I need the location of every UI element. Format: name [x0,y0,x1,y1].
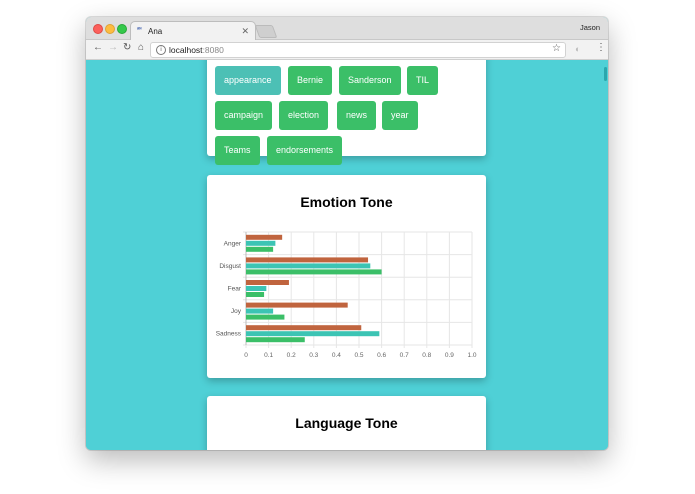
bar [246,234,283,240]
bar [246,246,274,252]
bar [246,331,380,337]
language-tone-title: Language Tone [295,415,398,431]
forward-arrow-icon[interactable]: → [108,42,118,53]
y-tick-label: Anger [224,240,242,247]
title-bar: ᵃᶰ Ana ✕ Jason [86,17,608,41]
x-tick-label: 1.0 [467,352,476,359]
tab-close-icon[interactable]: ✕ [241,26,249,37]
page-viewport: appearance Bernie Sanderson TIL campaign… [86,60,608,450]
x-tick-label: 0.3 [309,352,318,359]
bar [246,280,289,285]
bar [246,292,265,297]
bar [246,257,369,263]
tag-button[interactable]: campaign [215,101,273,130]
bar [246,314,285,320]
extension-icon[interactable]: ◐ [575,44,585,54]
tag-button[interactable]: Sanderson [339,66,401,95]
bar [246,302,348,308]
address-bar[interactable]: i localhost:8080 ☆ [150,42,566,58]
emotion-tone-card: Emotion Tone 0 0.1 0.2 0.3 0.4 0.5 0.6 0.7 0.8 0.… [207,175,486,378]
x-tick-label: 0.6 [377,352,386,359]
tag-button[interactable]: election [279,101,329,130]
tag-button[interactable]: Teams [215,136,260,165]
y-tick-label: Fear [228,286,242,293]
reload-icon[interactable]: ↻ [123,42,131,53]
x-tick-label: 0.5 [354,352,363,359]
x-tick-label: 0 [244,352,248,359]
bar [246,308,274,314]
url-text[interactable]: localhost:8080 [169,45,224,55]
y-tick-label: Sadness [216,331,242,338]
x-tick-label: 0.4 [332,352,341,359]
bar [246,240,276,246]
url-port: :8080 [202,45,224,55]
tag-button[interactable]: Bernie [288,66,333,95]
url-host: localhost [169,45,203,55]
x-tick-label: 0.2 [287,352,296,359]
home-icon[interactable]: ⌂ [138,42,144,53]
minimize-window-button[interactable] [105,24,115,34]
bar [246,337,305,343]
info-icon[interactable]: i [156,45,166,55]
x-tick-label: 0.8 [422,352,431,359]
favicon-icon: ᵃᶰ [137,27,142,33]
maximize-window-button[interactable] [117,24,127,34]
bar [246,269,382,275]
tag-button[interactable]: endorsements [267,136,343,165]
bar [246,263,371,269]
bookmark-star-icon[interactable]: ☆ [552,43,561,54]
menu-kebab-icon[interactable]: ⋮ [596,42,606,53]
tag-button[interactable]: news [337,101,377,130]
close-window-button[interactable] [93,24,103,34]
x-tick-label: 0.7 [400,352,409,359]
x-tick-label: 0.9 [445,352,454,359]
bar [246,286,267,291]
tag-button[interactable]: year [382,101,418,130]
profile-name[interactable]: Jason [580,23,600,32]
browser-window: ᵃᶰ Ana ✕ Jason ← → ↻ ⌂ i localhost:8080 … [86,17,608,450]
tag-button[interactable]: TIL [407,66,439,95]
tab-title: Ana [148,27,163,36]
y-tick-label: Disgust [219,263,241,270]
browser-tab[interactable]: ᵃᶰ Ana ✕ [130,21,256,41]
new-tab-button[interactable] [254,25,278,38]
bar [246,325,362,331]
tags-card: appearance Bernie Sanderson TIL campaign… [207,60,486,165]
browser-toolbar: ← → ↻ ⌂ i localhost:8080 ☆ ◐ ⋮ [86,40,608,60]
tag-button[interactable]: appearance [215,66,281,95]
emotion-tone-chart: 0 0.1 0.2 0.3 0.4 0.5 0.6 0.7 0.8 0.9 1.0 Anger Disg… [216,231,477,359]
y-tick-label: Joy [231,308,242,315]
x-tick-label: 0.1 [264,352,273,359]
language-tone-card: Language Tone [207,396,486,450]
scrollbar-thumb[interactable] [604,67,607,81]
back-arrow-icon[interactable]: ← [93,42,103,53]
